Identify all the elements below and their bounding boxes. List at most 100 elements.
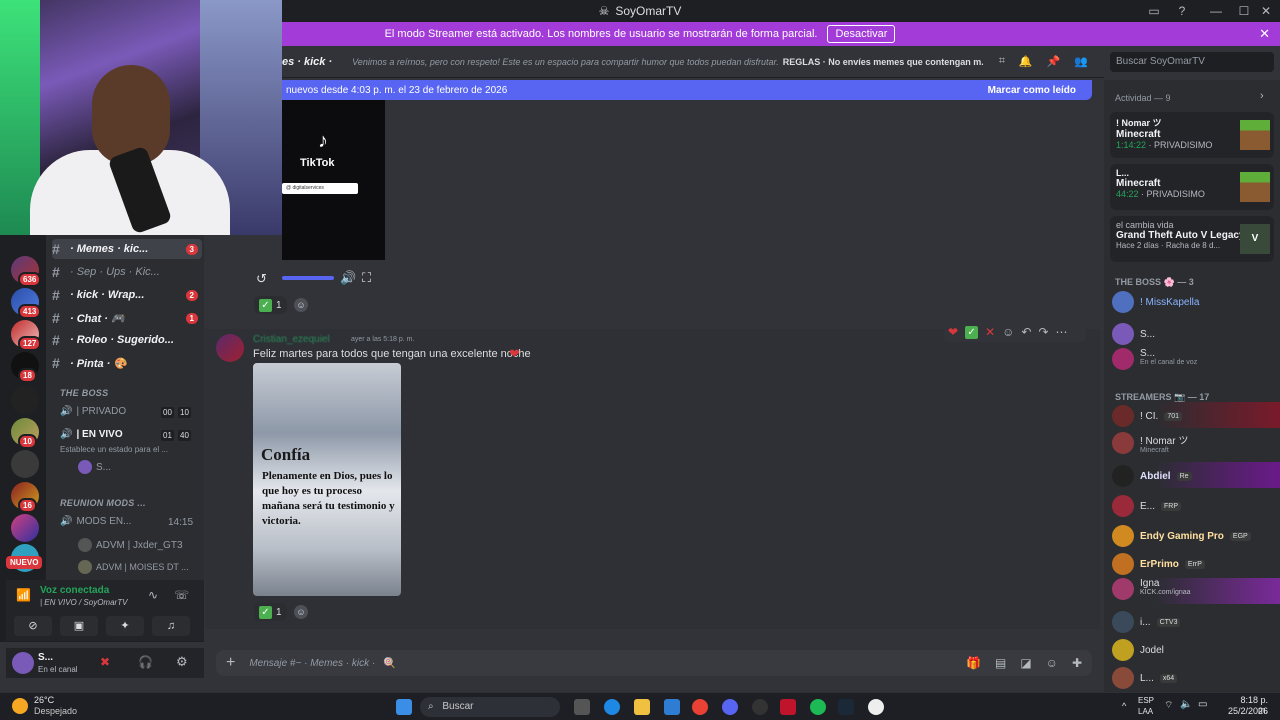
reaction-check[interactable]: ✓ 1 bbox=[254, 603, 287, 621]
signal-icon[interactable]: 📶 bbox=[16, 588, 31, 602]
members-icon[interactable]: 👥 bbox=[1074, 55, 1088, 68]
mark-as-read-button[interactable]: Marcar como leído bbox=[988, 85, 1076, 96]
screen-share-icon[interactable]: ▣ bbox=[60, 616, 98, 636]
cross-react-icon[interactable]: ✕ bbox=[985, 325, 995, 339]
app2-icon[interactable] bbox=[868, 699, 884, 715]
user-name[interactable]: S... bbox=[38, 652, 53, 663]
voice-user[interactable]: S... bbox=[78, 460, 218, 474]
activity-card[interactable]: ! Nomar ツ Minecraft 1:14:22 · PRIVADISIM… bbox=[1110, 112, 1274, 158]
file-explorer-icon[interactable] bbox=[634, 699, 650, 715]
more-icon[interactable]: ⋯ bbox=[1056, 325, 1068, 339]
attach-icon[interactable]: + bbox=[226, 654, 235, 672]
apps-icon[interactable]: ✚ bbox=[1072, 656, 1082, 670]
volume-tray-icon[interactable]: 🔈 bbox=[1180, 699, 1192, 710]
steam-icon[interactable] bbox=[838, 699, 854, 715]
sticker-icon[interactable]: ◪ bbox=[1020, 656, 1031, 670]
member-item[interactable]: ! CI. 701 bbox=[1112, 402, 1278, 430]
member-item[interactable]: ErPrimo ErrP bbox=[1112, 550, 1278, 578]
app-icon[interactable] bbox=[780, 699, 796, 715]
activities-icon[interactable]: ✦ bbox=[106, 616, 144, 636]
chevron-right-icon[interactable]: › bbox=[1260, 90, 1264, 102]
activity-card[interactable]: el cambia vida Grand Theft Auto V Legacy… bbox=[1110, 216, 1274, 262]
minimize-button[interactable]: — bbox=[1202, 0, 1230, 22]
new-badge[interactable]: NUEVO bbox=[6, 556, 43, 569]
member-item[interactable]: S... bbox=[1112, 320, 1278, 348]
wifi-icon[interactable]: ⌔ bbox=[1164, 699, 1173, 712]
check-react-icon[interactable]: ✓ bbox=[965, 325, 979, 339]
weather-icon[interactable] bbox=[12, 698, 28, 714]
forward-icon[interactable]: ↷ bbox=[1038, 325, 1048, 339]
weather-desc[interactable]: Despejado bbox=[34, 706, 77, 716]
task-view-icon[interactable] bbox=[574, 699, 590, 715]
reply-icon[interactable]: ↶ bbox=[1021, 325, 1031, 339]
pin-icon[interactable]: 📌 bbox=[1047, 55, 1061, 68]
channel-chat[interactable]: # · Chat · 🎮 1 bbox=[52, 308, 202, 328]
clock-date[interactable]: 25/2/2026 bbox=[1218, 706, 1268, 716]
chrome-icon[interactable] bbox=[692, 699, 708, 715]
message-image[interactable]: Confía Plenamente en Dios, pues lo que h… bbox=[253, 363, 401, 596]
obs-icon[interactable] bbox=[752, 699, 768, 715]
spotify-icon[interactable] bbox=[810, 699, 826, 715]
member-item[interactable]: Endy Gaming Pro EGP bbox=[1112, 522, 1278, 550]
member-item[interactable]: i... CTV3 bbox=[1112, 608, 1278, 636]
gift-icon[interactable]: 🎁 bbox=[966, 656, 981, 670]
composer-placeholder[interactable]: Mensaje #~ · Memes · kick · bbox=[249, 658, 375, 669]
activity-card[interactable]: L... Minecraft 44:22 · PRIVADISIMO bbox=[1110, 164, 1274, 210]
channel-topic[interactable]: Venimos a reírnos, pero con respeto! Est… bbox=[352, 57, 779, 67]
disable-streamer-button[interactable]: Desactivar bbox=[827, 25, 896, 43]
keyboard-layout[interactable]: LAA bbox=[1138, 707, 1153, 716]
voice-status[interactable]: Voz conectada bbox=[40, 585, 109, 596]
store-icon[interactable] bbox=[664, 699, 680, 715]
new-messages-bar[interactable]: nuevos desde 4:03 p. m. el 23 de febrero… bbox=[282, 80, 1092, 100]
volume-icon[interactable]: 🔊 bbox=[340, 270, 356, 286]
weather-temp[interactable]: 26°C bbox=[34, 695, 54, 705]
channel-rules[interactable]: REGLAS · No envíes memes que contengan m… bbox=[783, 57, 983, 67]
status-hint[interactable]: Establece un estado para el ... bbox=[60, 445, 200, 454]
soundboard-icon[interactable]: ♫ bbox=[152, 616, 190, 636]
heart-react-icon[interactable]: ❤ bbox=[948, 325, 958, 339]
disconnect-icon[interactable]: ☏ bbox=[174, 588, 189, 602]
camera-off-icon[interactable]: ⊘ bbox=[14, 616, 52, 636]
member-item[interactable]: Abdiel Re bbox=[1112, 462, 1278, 490]
author-avatar[interactable] bbox=[216, 334, 244, 362]
inbox-icon[interactable]: ▭ bbox=[1140, 0, 1168, 22]
language-code[interactable]: ESP bbox=[1138, 696, 1154, 705]
voice-user[interactable]: ADVM | Jxder_GT3 bbox=[78, 538, 218, 552]
voice-user[interactable]: ADVM | MOISES DT ... bbox=[78, 560, 218, 574]
headset-icon[interactable]: 🎧 bbox=[138, 655, 153, 669]
add-reaction-icon[interactable]: ☺ bbox=[294, 605, 308, 619]
add-reaction-icon[interactable]: ☺ bbox=[1002, 325, 1014, 339]
taskbar-search[interactable]: ⌕ Buscar bbox=[420, 697, 560, 717]
server-icon[interactable] bbox=[11, 450, 39, 478]
start-icon[interactable] bbox=[396, 699, 412, 715]
close-icon[interactable]: ✕ bbox=[1259, 26, 1270, 42]
gif-icon[interactable]: ▤ bbox=[995, 656, 1006, 670]
member-item[interactable]: S... En el canal de voz bbox=[1112, 348, 1278, 376]
user-avatar[interactable] bbox=[12, 652, 34, 674]
replay-icon[interactable]: ↺ bbox=[256, 271, 267, 287]
member-item[interactable]: ! Nomar ツ Minecraft bbox=[1112, 432, 1278, 460]
message-composer[interactable]: + Mensaje #~ · Memes · kick · 🍭 🎁 ▤ ◪ ☺ … bbox=[216, 650, 1092, 676]
channel-kick-wrap[interactable]: # · kick · Wrap... 2 bbox=[52, 285, 202, 305]
battery-icon[interactable]: ▭ bbox=[1198, 699, 1207, 710]
category-the-boss[interactable]: THE BOSS bbox=[60, 388, 108, 398]
search-input[interactable]: Buscar SoyOmarTV bbox=[1110, 52, 1274, 72]
video-embed[interactable]: ♪ TikTok @ digitalservices bbox=[282, 100, 385, 260]
member-item[interactable]: L... x64 bbox=[1112, 664, 1278, 692]
edge-icon[interactable] bbox=[604, 699, 620, 715]
member-item[interactable]: E... FRP bbox=[1112, 492, 1278, 520]
threads-icon[interactable]: ⌗ bbox=[999, 55, 1005, 68]
category-reunion[interactable]: REUNION MODS ... bbox=[60, 498, 146, 508]
server-icon[interactable] bbox=[11, 514, 39, 542]
member-item[interactable]: Igna KICK.com/ignaa bbox=[1112, 578, 1278, 606]
mute-icon[interactable]: ✖ bbox=[100, 655, 110, 669]
member-item[interactable]: ! MissKapella bbox=[1112, 288, 1278, 316]
channel-memes[interactable]: # · Memes · kic... 3 bbox=[52, 239, 202, 259]
member-item[interactable]: Jodel bbox=[1112, 636, 1278, 664]
channel-roleo[interactable]: # · Roleo · Sugerido... bbox=[52, 330, 202, 350]
help-icon[interactable]: ? bbox=[1168, 0, 1196, 22]
fullscreen-icon[interactable]: ⛶ bbox=[362, 270, 371, 286]
noise-suppression-icon[interactable]: ∿ bbox=[148, 588, 158, 602]
reaction-check[interactable]: ✓ 1 bbox=[254, 296, 287, 314]
settings-icon[interactable]: ⚙ bbox=[176, 654, 188, 670]
